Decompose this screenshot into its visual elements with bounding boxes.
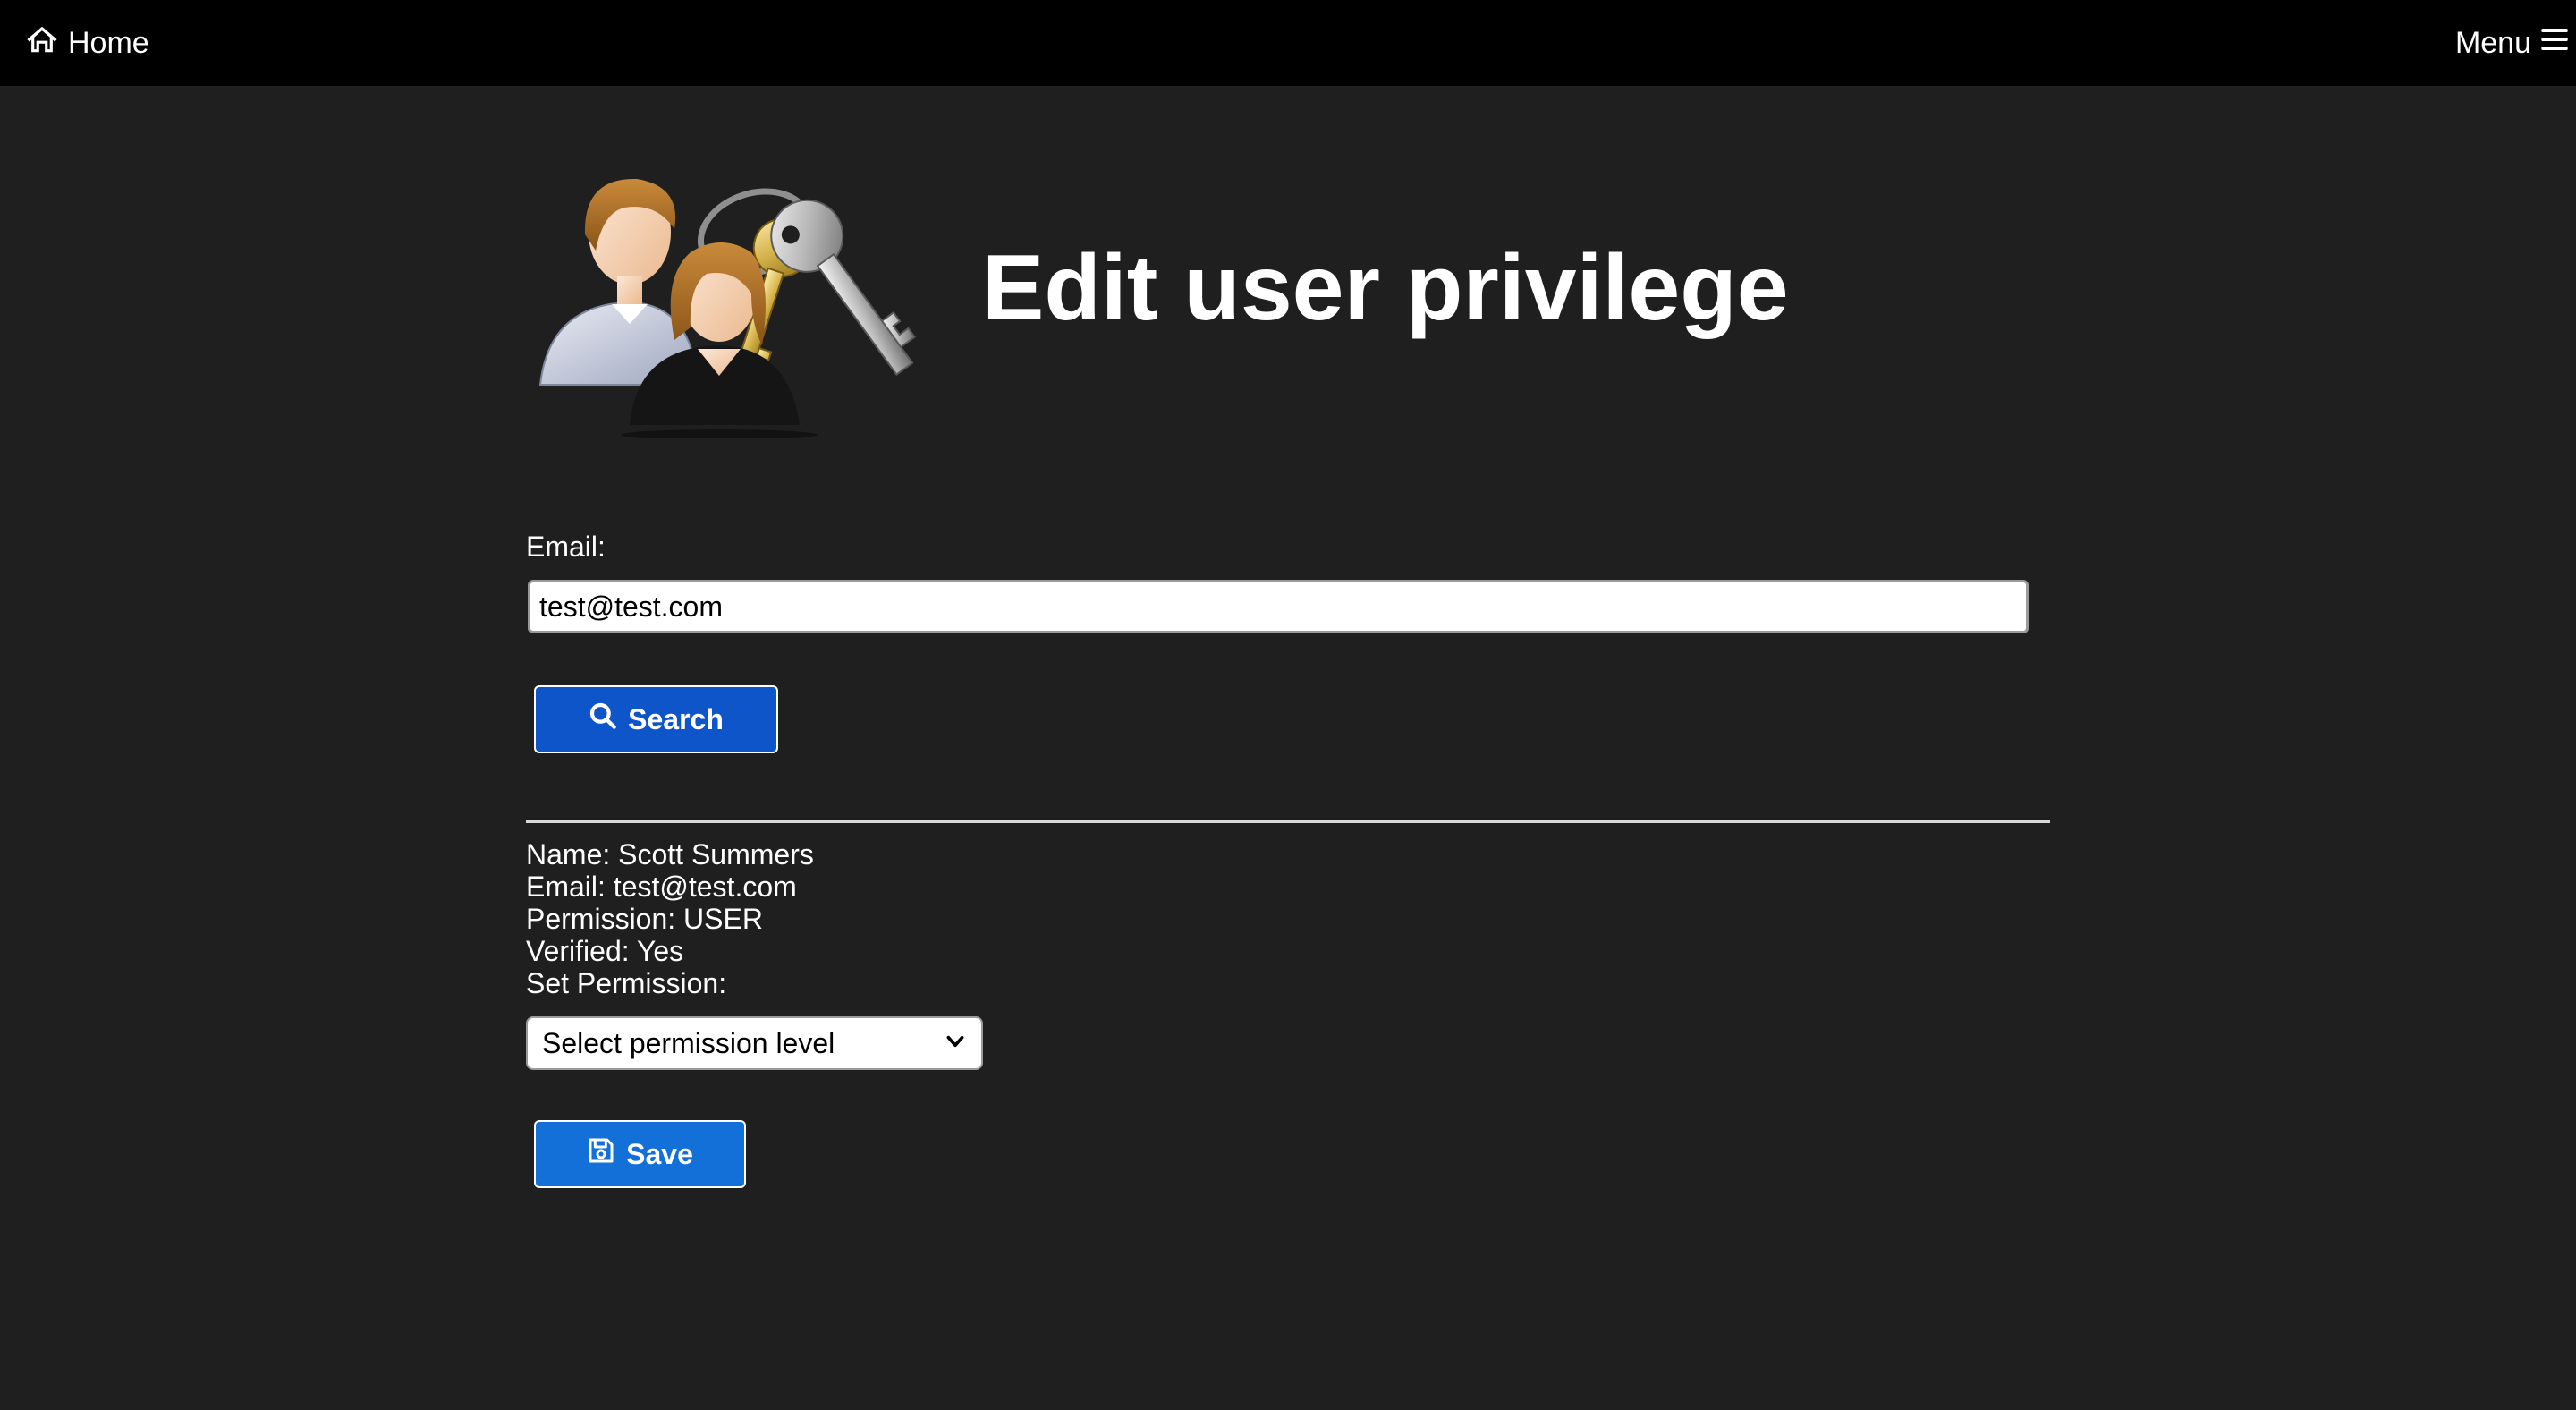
- user-details: Name: Scott Summers Email: test@test.com…: [526, 838, 814, 999]
- save-button-label: Save: [626, 1137, 693, 1170]
- email-input[interactable]: [528, 580, 2029, 633]
- user-email: Email: test@test.com: [526, 871, 797, 903]
- home-label: Home: [68, 25, 149, 60]
- search-icon: [589, 701, 617, 737]
- search-button[interactable]: Search: [534, 685, 778, 753]
- permission-select-value: Select permission level: [542, 1026, 835, 1059]
- set-permission-label: Set Permission:: [526, 967, 727, 999]
- user-permission: Permission: USER: [526, 903, 763, 935]
- home-icon: [25, 22, 59, 64]
- page-title: Edit user privilege: [982, 236, 1789, 340]
- permission-select[interactable]: Select permission level: [526, 1016, 983, 1070]
- users-with-keys-icon: [531, 170, 943, 440]
- search-button-label: Search: [628, 702, 724, 735]
- hamburger-icon: [2540, 25, 2569, 62]
- user-name: Name: Scott Summers: [526, 838, 814, 871]
- floppy-disk-icon: [587, 1136, 615, 1172]
- top-nav-bar: Home Menu: [0, 0, 2576, 86]
- menu-button[interactable]: Menu: [2455, 0, 2569, 86]
- chevron-down-icon: [944, 1027, 967, 1060]
- section-divider: [526, 820, 2050, 823]
- user-verified: Verified: Yes: [526, 935, 684, 967]
- email-label: Email:: [526, 531, 606, 563]
- save-button[interactable]: Save: [534, 1120, 746, 1188]
- home-link[interactable]: Home: [25, 0, 149, 86]
- menu-label: Menu: [2454, 25, 2531, 60]
